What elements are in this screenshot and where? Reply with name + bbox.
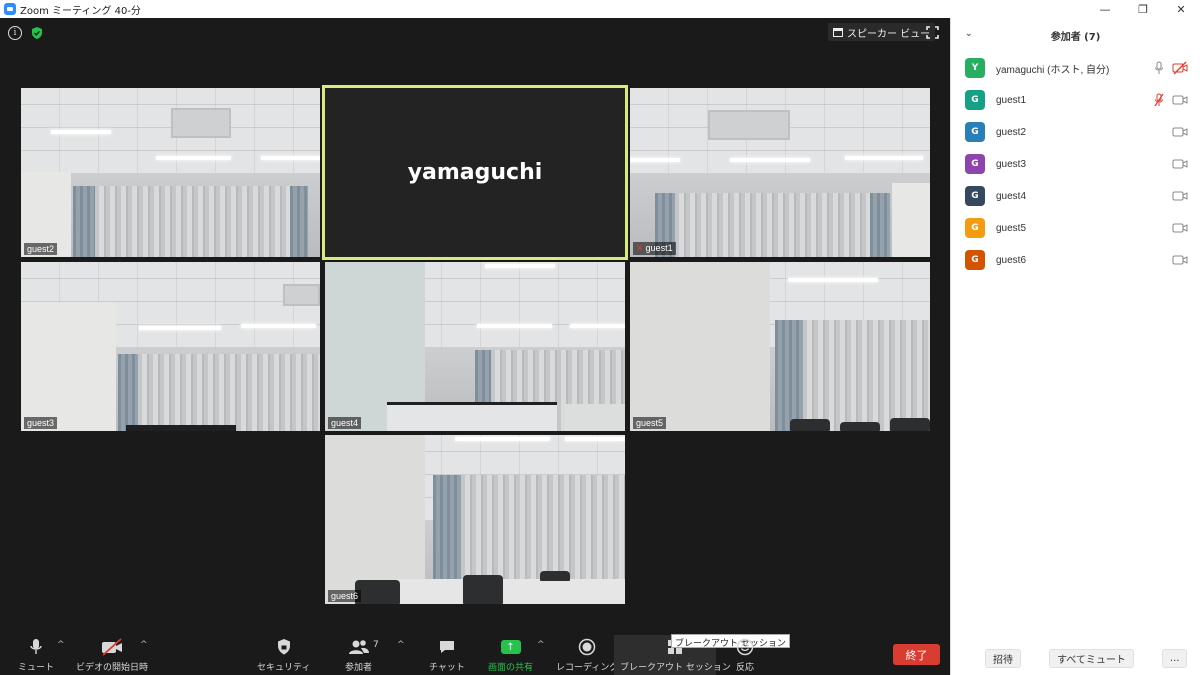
active-speaker-name: yamaguchi: [407, 160, 543, 185]
participant-row[interactable]: Y yamaguchi (ホスト, 自分): [951, 52, 1200, 84]
mute-all-button[interactable]: すべてミュート: [1049, 648, 1134, 668]
minimize-button[interactable]: —: [1088, 0, 1122, 18]
security-shield-icon: [277, 639, 290, 655]
mute-label: ミュート: [18, 663, 55, 673]
active-speaker-tile[interactable]: yamaguchi: [322, 85, 628, 260]
avatar: G: [965, 186, 985, 206]
participant-name: yamaguchi (ホスト, 自分): [996, 64, 1110, 76]
video-camera-icon[interactable]: [1172, 221, 1188, 235]
video-camera-icon[interactable]: [1172, 93, 1188, 107]
reaction-smiley-icon: [736, 638, 754, 656]
video-off-icon: [102, 638, 122, 656]
microphone-icon: [30, 639, 42, 654]
close-window-button[interactable]: ✕: [1164, 0, 1198, 18]
record-button[interactable]: レコーディング: [556, 636, 618, 673]
mic-muted-icon[interactable]: [1154, 93, 1164, 107]
participants-panel-header: ⌄ 参加者 (7): [951, 18, 1200, 52]
zoom-logo-icon: [4, 3, 16, 15]
participant-row[interactable]: G guest6: [951, 244, 1200, 276]
video-camera-icon[interactable]: [1172, 157, 1188, 171]
microphone-icon[interactable]: [1154, 61, 1164, 75]
participant-row[interactable]: G guest5: [951, 212, 1200, 244]
chat-label: チャット: [429, 663, 465, 673]
video-camera-icon[interactable]: [1172, 125, 1188, 139]
record-label: レコーディング: [556, 663, 619, 673]
video-off-icon[interactable]: [1172, 61, 1188, 75]
participant-row[interactable]: G guest1: [951, 84, 1200, 116]
avatar: G: [965, 250, 985, 270]
chat-button[interactable]: チャット: [429, 636, 465, 673]
tile-name-label: guest3: [24, 417, 58, 429]
participants-panel-title: 参加者 (7): [1050, 31, 1101, 43]
chat-icon: [439, 641, 454, 653]
video-stage: i スピーカー ビュー guest2 yamaguchi ✕ guest1 gu…: [0, 18, 950, 675]
reactions-label: 反応: [736, 663, 755, 673]
participant-name: guest5: [996, 222, 1027, 234]
participant-name: guest2: [996, 126, 1027, 138]
end-meeting-button[interactable]: 終了: [893, 644, 940, 665]
mute-button[interactable]: ミュート: [18, 636, 54, 673]
collapse-chevron-icon[interactable]: ⌄: [965, 29, 973, 39]
participants-panel-footer: 招待 すべてミュート ...: [951, 641, 1200, 675]
share-screen-button[interactable]: ↑ 画面の共有: [488, 636, 533, 673]
share-options-chevron-icon[interactable]: ^: [537, 640, 545, 650]
participant-row[interactable]: G guest2: [951, 116, 1200, 148]
avatar: G: [965, 90, 985, 110]
participant-row[interactable]: G guest4: [951, 180, 1200, 212]
video-tile-guest3[interactable]: guest3: [21, 262, 320, 431]
avatar: G: [965, 122, 985, 142]
participant-name: guest3: [996, 158, 1027, 170]
breakout-rooms-label: ブレークアウト セッション: [620, 663, 731, 673]
participants-count: 7: [373, 640, 379, 650]
window-title: Zoom ミーティング 40-分: [20, 5, 141, 17]
invite-button[interactable]: 招待: [985, 648, 1021, 668]
video-tile-guest1[interactable]: ✕ guest1: [630, 88, 930, 257]
muted-mic-icon: ✕: [636, 243, 644, 253]
security-button[interactable]: セキュリティ: [257, 636, 310, 673]
avatar: G: [965, 218, 985, 238]
tile-name-label: guest6: [328, 590, 362, 602]
video-tile-guest5[interactable]: guest5: [630, 262, 930, 431]
fullscreen-icon[interactable]: [926, 26, 939, 39]
participants-label: 参加者: [345, 663, 373, 673]
participant-row[interactable]: G guest3: [951, 148, 1200, 180]
video-options-chevron-icon[interactable]: ^: [140, 640, 148, 650]
security-label: セキュリティ: [257, 663, 311, 673]
record-icon: [578, 638, 596, 656]
participants-panel: ⌄ 参加者 (7) Y yamaguchi (ホスト, 自分) G guest1…: [950, 18, 1200, 675]
video-tile-guest4[interactable]: guest4: [325, 262, 625, 431]
info-icon[interactable]: i: [8, 26, 22, 40]
participant-name: guest6: [996, 254, 1027, 266]
title-bar: Zoom ミーティング 40-分: [0, 0, 1200, 18]
participants-icon: [348, 640, 369, 654]
participant-name: guest1: [996, 94, 1027, 106]
video-camera-icon[interactable]: [1172, 253, 1188, 267]
participant-name: guest4: [996, 190, 1027, 202]
encryption-shield-icon[interactable]: [30, 26, 44, 40]
restore-button[interactable]: ❐: [1126, 0, 1160, 18]
avatar: G: [965, 154, 985, 174]
share-arrow-icon: ↑: [500, 640, 521, 654]
speaker-view-icon: [833, 27, 843, 37]
tile-name-label: guest5: [633, 417, 667, 429]
reactions-button[interactable]: 反応: [736, 636, 754, 673]
audio-options-chevron-icon[interactable]: ^: [57, 640, 65, 650]
breakout-tooltip: ブレークアウト セッション: [671, 634, 790, 649]
share-screen-label: 画面の共有: [488, 663, 534, 673]
start-video-label: ビデオの開始日時: [76, 663, 149, 673]
video-tile-guest6[interactable]: guest6: [325, 435, 625, 604]
video-camera-icon[interactable]: [1172, 189, 1188, 203]
video-tile-guest2[interactable]: guest2: [21, 88, 320, 257]
participants-options-chevron-icon[interactable]: ^: [397, 640, 405, 650]
more-options-button[interactable]: ...: [1161, 648, 1188, 668]
speaker-view-label: スピーカー ビュー: [847, 28, 931, 40]
avatar: Y: [965, 58, 985, 78]
participants-button[interactable]: 参加者: [345, 636, 372, 673]
start-video-button[interactable]: ビデオの開始日時: [76, 636, 148, 673]
tile-name-label: ✕ guest1: [633, 242, 676, 255]
speaker-view-button[interactable]: スピーカー ビュー: [828, 23, 936, 41]
tile-name-label: guest4: [328, 417, 362, 429]
tile-name-label: guest2: [24, 243, 58, 255]
